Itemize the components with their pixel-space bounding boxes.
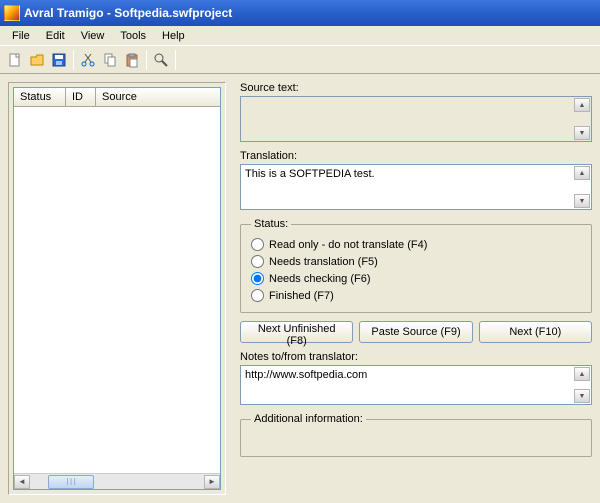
notes-input[interactable]: http://www.softpedia.com ▲ ▼ <box>240 365 592 405</box>
translation-label: Translation: <box>240 150 592 162</box>
toolbar <box>0 46 600 74</box>
scroll-thumb[interactable] <box>48 475 94 489</box>
find-icon[interactable] <box>150 49 172 71</box>
menu-help[interactable]: Help <box>154 28 193 44</box>
notes-value: http://www.softpedia.com <box>245 369 367 381</box>
scroll-down-icon[interactable]: ▼ <box>574 389 590 403</box>
col-source[interactable]: Source <box>96 88 220 106</box>
status-legend: Status: <box>251 218 291 230</box>
list-body[interactable] <box>14 107 220 473</box>
status-needs-checking-radio[interactable] <box>251 272 264 285</box>
app-icon <box>4 5 20 21</box>
scroll-down-icon[interactable]: ▼ <box>574 126 590 140</box>
translation-list[interactable]: Status ID Source ◄ ► <box>13 87 221 490</box>
status-needs-translation-radio[interactable] <box>251 255 264 268</box>
paste-icon[interactable] <box>121 49 143 71</box>
scroll-right-icon[interactable]: ► <box>204 475 220 489</box>
save-icon[interactable] <box>48 49 70 71</box>
translation-input[interactable]: This is a SOFTPEDIA test. ▲ ▼ <box>240 164 592 210</box>
status-finished-option[interactable]: Finished (F7) <box>251 287 581 304</box>
vertical-scrollbar[interactable]: ▲ ▼ <box>574 367 590 403</box>
additional-info-group: Additional information: <box>240 413 592 457</box>
menu-tools[interactable]: Tools <box>112 28 154 44</box>
status-readonly-option[interactable]: Read only - do not translate (F4) <box>251 236 581 253</box>
next-unfinished-button[interactable]: Next Unfinished (F8) <box>240 321 353 343</box>
menubar: File Edit View Tools Help <box>0 26 600 46</box>
right-pane: Source text: ▲ ▼ Translation: This is a … <box>240 82 592 495</box>
status-needs-translation-label: Needs translation (F5) <box>269 256 378 268</box>
horizontal-scrollbar[interactable]: ◄ ► <box>14 473 220 489</box>
left-pane: Status ID Source ◄ ► <box>8 82 226 495</box>
status-needs-checking-label: Needs checking (F6) <box>269 273 371 285</box>
notes-label: Notes to/from translator: <box>240 351 592 363</box>
content-area: Status ID Source ◄ ► Source text: ▲ ▼ <box>0 74 600 503</box>
scroll-up-icon[interactable]: ▲ <box>574 166 590 180</box>
toolbar-separator <box>73 50 74 70</box>
toolbar-separator <box>175 50 176 70</box>
status-finished-label: Finished (F7) <box>269 290 334 302</box>
new-icon[interactable] <box>4 49 26 71</box>
status-finished-radio[interactable] <box>251 289 264 302</box>
col-status[interactable]: Status <box>14 88 66 106</box>
status-readonly-radio[interactable] <box>251 238 264 251</box>
status-group: Status: Read only - do not translate (F4… <box>240 218 592 313</box>
notes-section: Notes to/from translator: http://www.sof… <box>240 351 592 405</box>
vertical-scrollbar[interactable]: ▲ ▼ <box>574 98 590 140</box>
next-button[interactable]: Next (F10) <box>479 321 592 343</box>
toolbar-separator <box>146 50 147 70</box>
col-id[interactable]: ID <box>66 88 96 106</box>
additional-info-legend: Additional information: <box>251 413 366 425</box>
action-button-row: Next Unfinished (F8) Paste Source (F9) N… <box>240 321 592 343</box>
menu-file[interactable]: File <box>4 28 38 44</box>
scroll-up-icon[interactable]: ▲ <box>574 367 590 381</box>
status-needs-translation-option[interactable]: Needs translation (F5) <box>251 253 581 270</box>
open-icon[interactable] <box>26 49 48 71</box>
source-text-label: Source text: <box>240 82 592 94</box>
source-text-box: ▲ ▼ <box>240 96 592 142</box>
vertical-scrollbar[interactable]: ▲ ▼ <box>574 166 590 208</box>
titlebar: Avral Tramigo - Softpedia.swfproject <box>0 0 600 26</box>
menu-view[interactable]: View <box>73 28 113 44</box>
list-header: Status ID Source <box>14 88 220 107</box>
menu-edit[interactable]: Edit <box>38 28 73 44</box>
paste-source-button[interactable]: Paste Source (F9) <box>359 321 472 343</box>
source-text-section: Source text: ▲ ▼ <box>240 82 592 142</box>
translation-value: This is a SOFTPEDIA test. <box>245 168 375 180</box>
cut-icon[interactable] <box>77 49 99 71</box>
scroll-up-icon[interactable]: ▲ <box>574 98 590 112</box>
scroll-down-icon[interactable]: ▼ <box>574 194 590 208</box>
scroll-left-icon[interactable]: ◄ <box>14 475 30 489</box>
window-title: Avral Tramigo - Softpedia.swfproject <box>24 6 232 20</box>
translation-section: Translation: This is a SOFTPEDIA test. ▲… <box>240 150 592 210</box>
status-readonly-label: Read only - do not translate (F4) <box>269 239 427 251</box>
status-needs-checking-option[interactable]: Needs checking (F6) <box>251 270 581 287</box>
copy-icon[interactable] <box>99 49 121 71</box>
